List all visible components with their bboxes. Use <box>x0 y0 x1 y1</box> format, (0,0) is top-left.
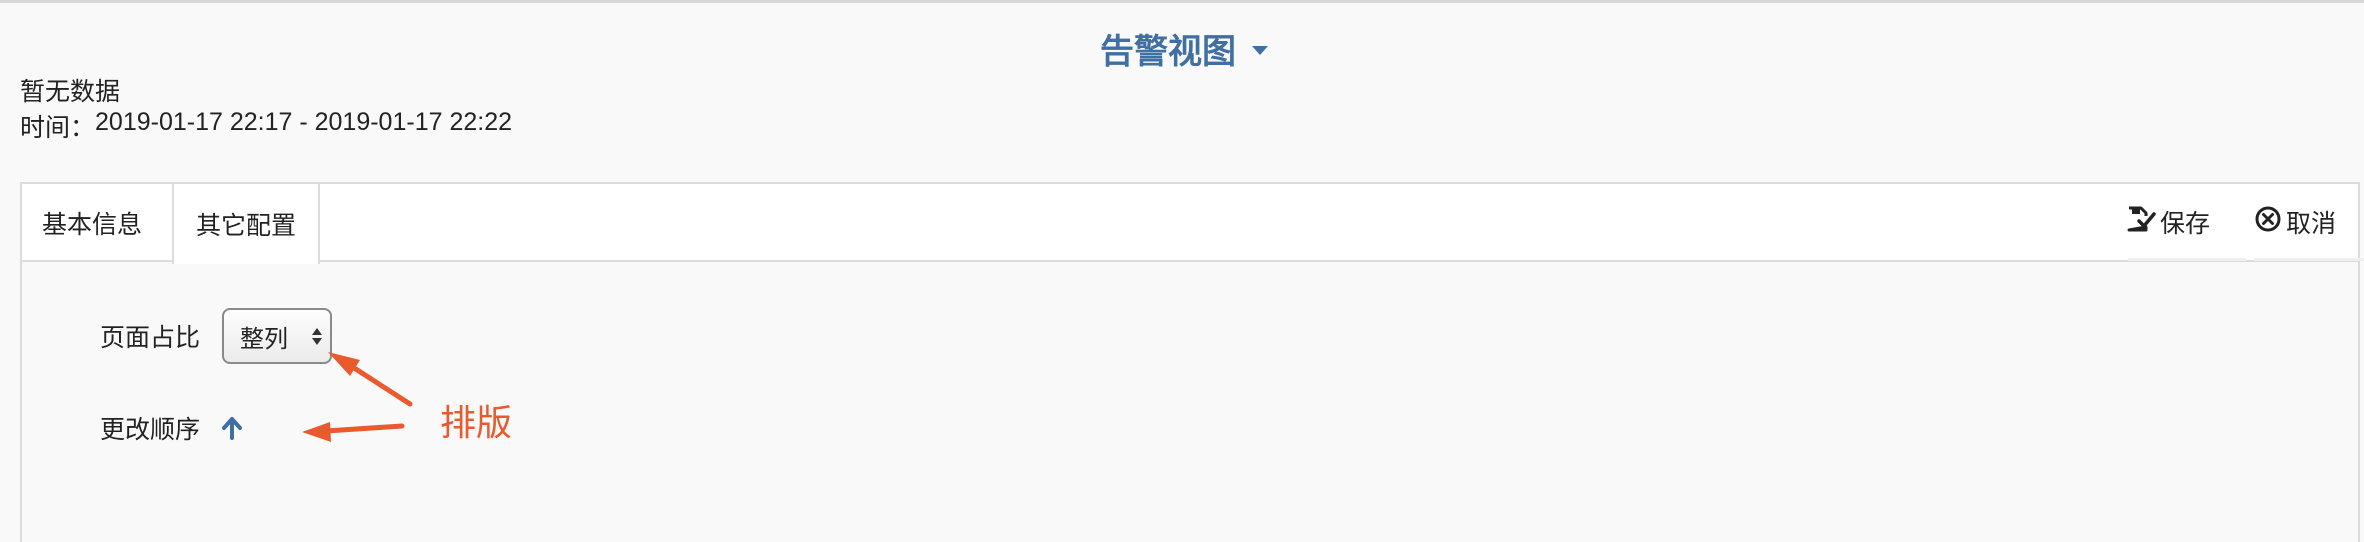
save-button[interactable]: 保存 <box>2126 184 2210 260</box>
circle-x-icon <box>2254 205 2282 240</box>
page-ratio-row: 页面占比 整列 <box>100 308 333 364</box>
cancel-label: 取消 <box>2286 210 2337 238</box>
tab-label: 基本信息 <box>42 211 143 239</box>
page-ratio-select[interactable]: 整列 <box>222 308 333 364</box>
view-selector[interactable]: 告警视图 <box>1100 24 1268 73</box>
top-border <box>0 0 2364 3</box>
time-label: 时间： <box>20 114 96 142</box>
config-panel: 基本信息 其它配置 保存 取消 页面占比 整列 更改顺序 <box>20 182 2364 542</box>
tab-label: 其它配置 <box>195 212 296 240</box>
change-order-row: 更改顺序 <box>100 410 244 446</box>
select-arrows-icon <box>312 327 323 345</box>
time-range-line: 时间： 2019-01-17 22:17 - 2019-01-17 22:22 <box>20 108 512 144</box>
save-label: 保存 <box>2160 210 2211 238</box>
page-ratio-value: 整列 <box>240 325 289 353</box>
tab-bar: 基本信息 其它配置 保存 取消 <box>22 184 2364 264</box>
arrow-up-icon[interactable] <box>220 416 244 440</box>
page-ratio-label: 页面占比 <box>100 324 201 352</box>
annotation-label: 排版 <box>440 402 513 443</box>
save-button-underline <box>2128 258 2246 261</box>
tab-basic-info[interactable]: 基本信息 <box>22 184 162 262</box>
view-title: 告警视图 <box>1100 33 1236 71</box>
time-range: 2019-01-17 22:17 - 2019-01-17 22:22 <box>95 108 513 136</box>
caret-down-icon <box>1252 46 1268 55</box>
save-check-icon <box>2126 205 2156 240</box>
no-data-text: 暂无数据 <box>20 78 121 106</box>
cancel-button[interactable]: 取消 <box>2254 184 2336 260</box>
cancel-button-underline <box>2254 258 2364 261</box>
change-order-label: 更改顺序 <box>100 416 201 444</box>
tab-other-config[interactable]: 其它配置 <box>172 184 320 264</box>
